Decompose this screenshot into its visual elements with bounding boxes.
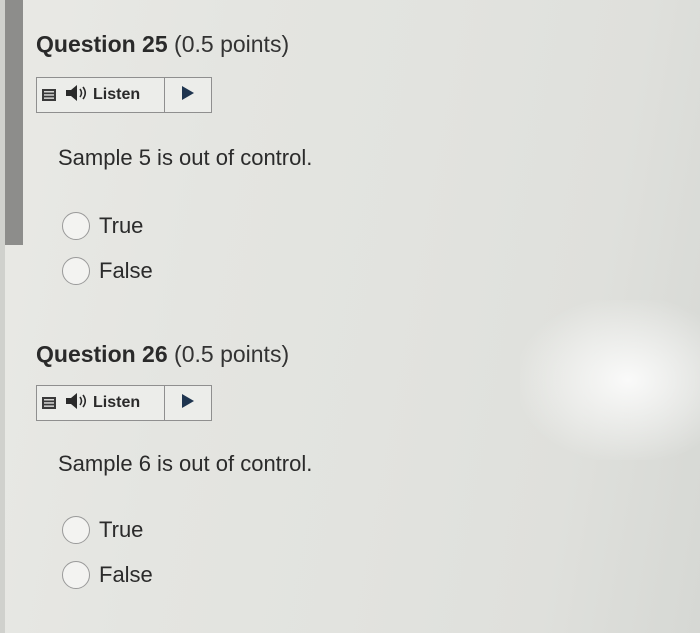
speaker-icon [65,84,89,106]
screen-glare [520,300,700,460]
question-title: Question 26 (0.5 points) [36,340,656,368]
option-label: False [99,258,153,283]
radio-button[interactable] [62,561,90,589]
question-number: Question 25 [36,31,168,57]
question-25: Question 25 (0.5 points) Listen Sample 5… [36,30,656,285]
option-label: True [99,213,144,238]
menu-icon[interactable] [37,386,61,420]
listen-button[interactable]: Listen [61,386,165,420]
option-false[interactable]: False [62,257,153,285]
listen-label: Listen [93,86,141,103]
question-prompt: Sample 5 is out of control. [58,145,313,170]
speaker-icon [65,392,89,414]
play-button[interactable] [165,78,211,112]
question-26: Question 26 (0.5 points) Listen Sample 6… [36,340,656,589]
question-title: Question 25 (0.5 points) [36,30,656,58]
play-icon [182,393,194,413]
radio-button[interactable] [62,257,90,285]
radio-button[interactable] [62,516,90,544]
listen-button[interactable]: Listen [61,78,165,112]
question-points: (0.5 points) [174,341,290,367]
option-label: False [99,562,153,587]
menu-icon[interactable] [37,78,61,112]
listen-toolbar: Listen [36,385,212,421]
option-true[interactable]: True [62,212,143,240]
play-icon [182,85,194,105]
option-true[interactable]: True [62,516,143,544]
option-label: True [99,517,144,542]
play-button[interactable] [165,386,211,420]
question-number: Question 26 [36,341,168,367]
active-question-indicator [5,0,23,245]
question-points: (0.5 points) [174,31,290,57]
listen-toolbar: Listen [36,77,212,113]
listen-label: Listen [93,394,141,411]
option-false[interactable]: False [62,561,153,589]
question-prompt: Sample 6 is out of control. [58,451,313,476]
radio-button[interactable] [62,212,90,240]
